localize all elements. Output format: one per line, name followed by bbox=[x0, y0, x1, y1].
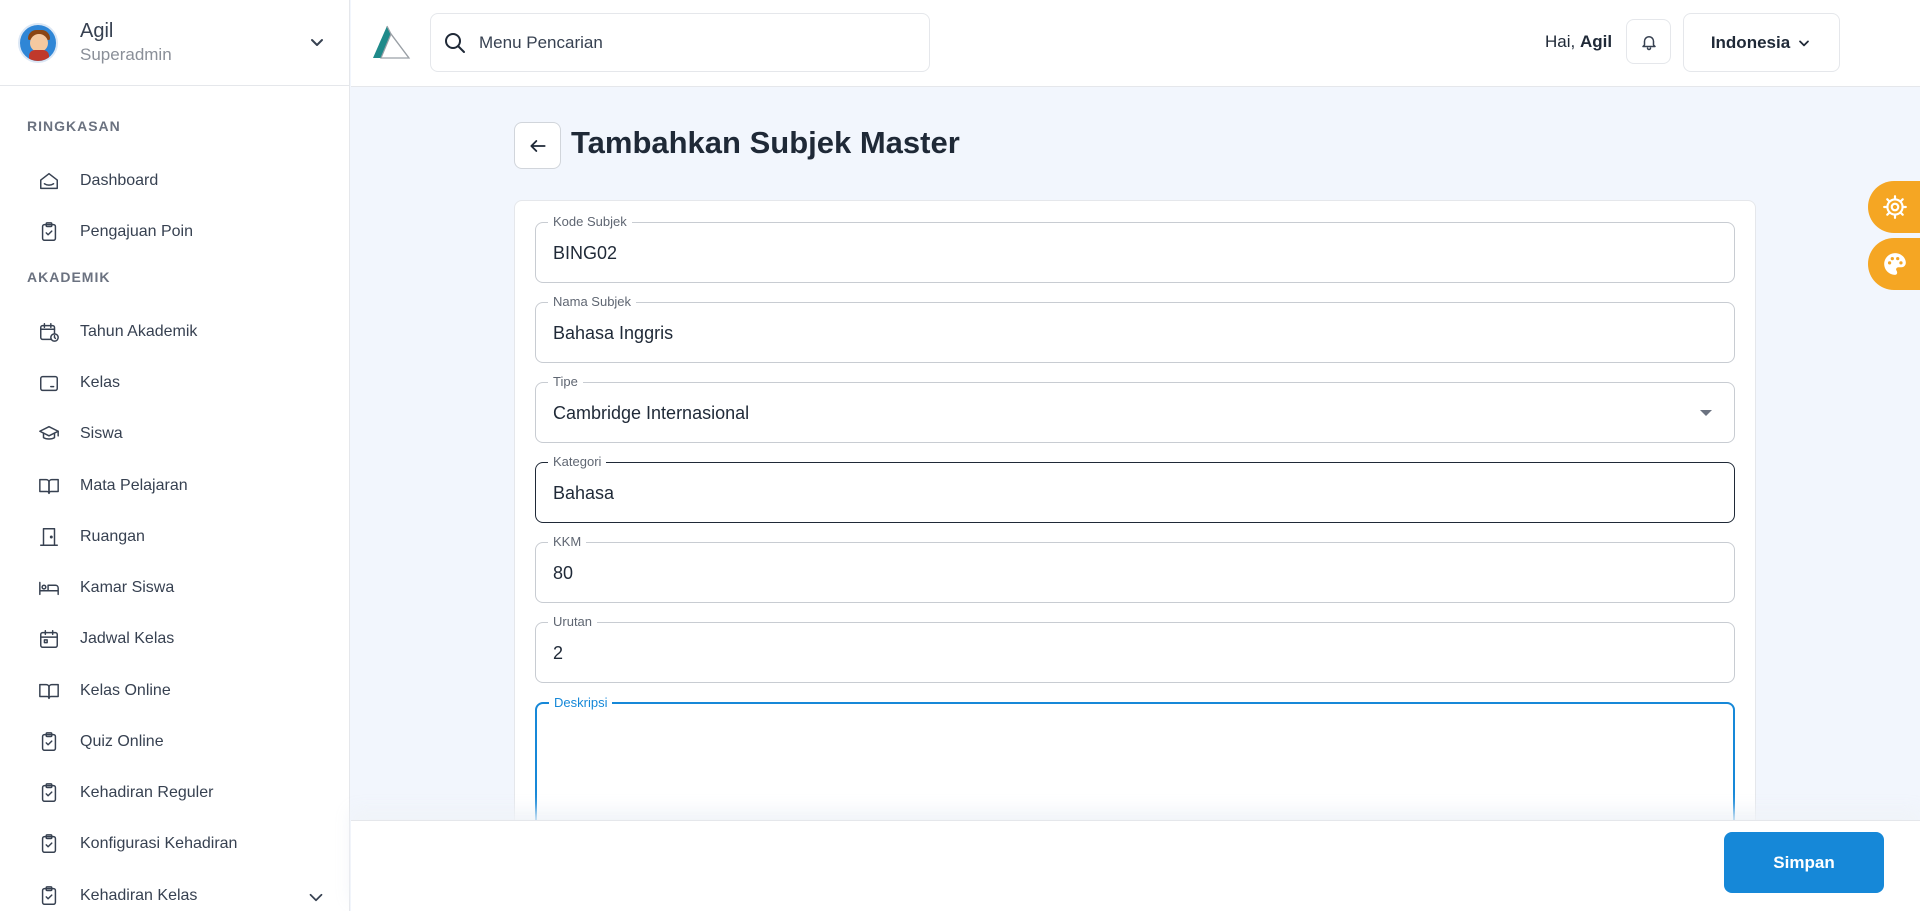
chevron-down-icon bbox=[1799, 40, 1810, 46]
field-value: BING02 bbox=[553, 243, 618, 263]
palette-icon bbox=[1884, 253, 1906, 275]
section-title-ringkasan: RINGKASAN bbox=[27, 118, 121, 134]
search-input[interactable] bbox=[479, 32, 899, 53]
sidebar-item-ruangan[interactable]: Ruangan bbox=[0, 517, 349, 557]
sidebar-item-label: Ruangan bbox=[80, 528, 145, 545]
profile-name: Agil bbox=[80, 20, 114, 42]
tipe-select[interactable]: Tipe Cambridge Internasional bbox=[535, 374, 1735, 443]
sidebar-item-label: Quiz Online bbox=[80, 733, 164, 750]
field-value: 2 bbox=[553, 643, 564, 663]
notification-button[interactable] bbox=[1626, 19, 1671, 64]
sidebar-item-mata-pelajaran[interactable]: Mata Pelajaran bbox=[0, 466, 349, 506]
clipboard-check-icon bbox=[41, 222, 57, 241]
avatar bbox=[18, 22, 58, 63]
settings-float-button[interactable] bbox=[1868, 181, 1920, 233]
field-label: Deskripsi bbox=[549, 695, 613, 711]
clipboard-check-icon bbox=[41, 886, 57, 905]
book-open-icon bbox=[39, 683, 59, 700]
greeting-prefix: Hai, bbox=[1545, 32, 1576, 51]
field-value: 80 bbox=[553, 563, 574, 583]
profile-info: Agil Superadmin bbox=[80, 20, 172, 65]
sidebar-item-kamar-siswa[interactable]: Kamar Siswa bbox=[0, 568, 349, 608]
field-label: Tipe bbox=[548, 374, 583, 390]
greeting: Hai, Agil bbox=[1545, 32, 1612, 52]
clipboard-check-icon bbox=[41, 732, 57, 751]
field-value: Bahasa bbox=[553, 483, 615, 503]
field-value: Cambridge Internasional bbox=[553, 403, 750, 423]
sidebar-item-label: Pengajuan Poin bbox=[80, 223, 193, 240]
sidebar-item-label: Tahun Akademik bbox=[80, 323, 198, 340]
app-logo[interactable] bbox=[371, 24, 411, 60]
sidebar-item-label: Kelas bbox=[80, 374, 121, 391]
language-label: Indonesia bbox=[1710, 32, 1791, 52]
sidebar-item-label: Jadwal Kelas bbox=[80, 630, 175, 647]
profile-role: Superadmin bbox=[80, 45, 172, 64]
profile-header[interactable]: Agil Superadmin bbox=[0, 0, 349, 86]
field-label: Kode Subjek bbox=[548, 214, 632, 230]
sidebar-item-label: Dashboard bbox=[80, 172, 159, 189]
kkm-field[interactable]: KKM 80 bbox=[535, 534, 1735, 603]
sidebar-item-label: Kamar Siswa bbox=[80, 579, 175, 596]
sidebar-item-label: Kehadiran Reguler bbox=[80, 784, 214, 801]
kategori-field[interactable]: Kategori Bahasa bbox=[535, 454, 1735, 523]
sidebar: Agil Superadmin RINGKASAN Dashboard Peng… bbox=[0, 0, 350, 911]
page-title: Tambahkan Subjek Master bbox=[571, 125, 960, 160]
field-label: Kategori bbox=[548, 454, 607, 470]
sidebar-item-tahun-akademik[interactable]: Tahun Akademik bbox=[0, 312, 349, 352]
sidebar-item-kehadiran-reguler[interactable]: Kehadiran Reguler bbox=[0, 773, 349, 813]
save-button[interactable]: Simpan bbox=[1724, 832, 1884, 893]
sidebar-item-label: Kelas Online bbox=[80, 682, 171, 699]
back-button[interactable] bbox=[514, 122, 561, 169]
nama-subjek-field[interactable]: Nama Subjek Bahasa Inggris bbox=[535, 294, 1735, 363]
field-label: KKM bbox=[548, 534, 587, 550]
search-box[interactable] bbox=[430, 13, 930, 72]
urutan-field[interactable]: Urutan 2 bbox=[535, 614, 1735, 683]
field-value: Bahasa Inggris bbox=[553, 323, 674, 343]
sidebar-item-label: Kehadiran Kelas bbox=[80, 887, 198, 904]
greeting-name: Agil bbox=[1579, 32, 1613, 51]
field-label: Nama Subjek bbox=[548, 294, 637, 310]
clipboard-check-icon bbox=[41, 783, 57, 802]
sidebar-item-label: Mata Pelajaran bbox=[80, 477, 188, 494]
sidebar-item-quiz-online[interactable]: Quiz Online bbox=[0, 722, 349, 762]
calendar-icon bbox=[40, 630, 58, 648]
sidebar-item-konfigurasi-kehadiran[interactable]: Konfigurasi Kehadiran bbox=[0, 824, 349, 864]
sidebar-item-siswa[interactable]: Siswa bbox=[0, 414, 349, 454]
gear-icon bbox=[1883, 195, 1907, 219]
sidebar-item-jadwal-kelas[interactable]: Jadwal Kelas bbox=[0, 619, 349, 659]
sidebar-item-dashboard[interactable]: Dashboard bbox=[0, 161, 349, 201]
chevron-down-icon[interactable] bbox=[307, 32, 327, 52]
sidebar-item-kehadiran-kelas[interactable]: Kehadiran Kelas bbox=[0, 876, 349, 911]
top-bar: Hai, Agil Indonesia bbox=[351, 0, 1920, 87]
chevron-down-icon[interactable] bbox=[305, 886, 327, 908]
theme-float-button[interactable] bbox=[1868, 238, 1920, 290]
home-icon bbox=[40, 172, 58, 190]
sidebar-item-pengajuan-poin[interactable]: Pengajuan Poin bbox=[0, 212, 349, 252]
field-label: Urutan bbox=[548, 614, 598, 630]
door-icon bbox=[40, 528, 58, 546]
sidebar-item-label: Siswa bbox=[80, 425, 123, 442]
bell-icon bbox=[1641, 35, 1656, 50]
tablet-icon bbox=[40, 375, 58, 392]
calendar-clock-icon bbox=[40, 323, 59, 342]
dropdown-caret-icon[interactable] bbox=[1700, 410, 1712, 416]
clipboard-check-icon bbox=[41, 834, 57, 853]
sidebar-item-kelas-online[interactable]: Kelas Online bbox=[0, 671, 349, 711]
bed-icon bbox=[39, 581, 59, 596]
sidebar-item-label: Konfigurasi Kehadiran bbox=[80, 835, 238, 852]
section-title-akademik: AKADEMIK bbox=[27, 269, 111, 285]
search-icon bbox=[445, 32, 465, 53]
arrow-left-icon bbox=[529, 139, 546, 152]
book-open-icon bbox=[39, 478, 59, 495]
kode-subjek-field[interactable]: Kode Subjek BING02 bbox=[535, 214, 1735, 283]
language-selector[interactable]: Indonesia bbox=[1683, 13, 1840, 72]
action-bar: Simpan bbox=[351, 820, 1920, 911]
sidebar-item-kelas[interactable]: Kelas bbox=[0, 363, 349, 403]
graduation-cap-icon bbox=[39, 425, 59, 440]
